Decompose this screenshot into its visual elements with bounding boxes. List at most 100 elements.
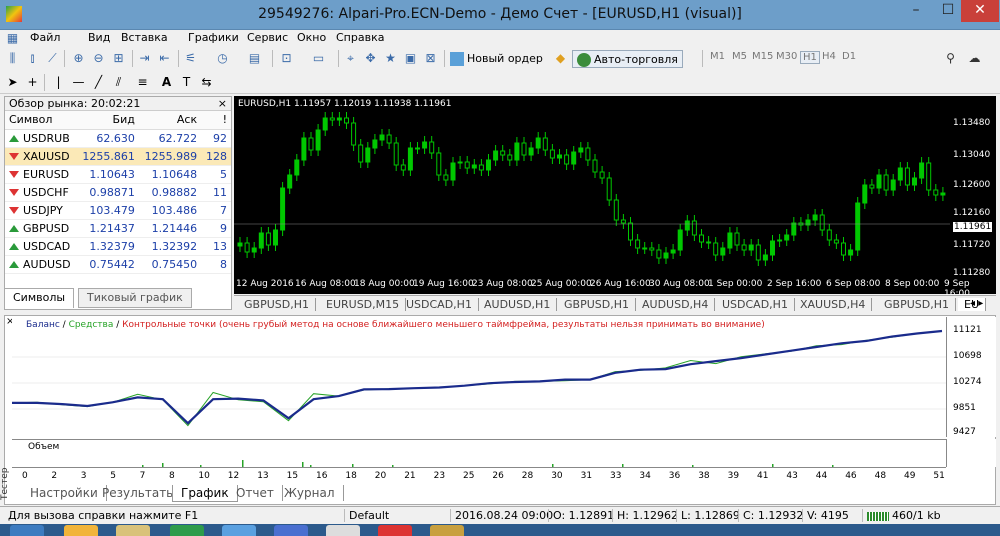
col-spread[interactable]: ! bbox=[201, 111, 231, 130]
explorer-icon[interactable] bbox=[116, 525, 150, 536]
row-symbol: AUDUSD bbox=[5, 255, 77, 274]
tf-m30[interactable]: M30 bbox=[776, 51, 797, 62]
autotrade-button[interactable]: Авто-торговля bbox=[572, 50, 683, 68]
chart-tab[interactable]: XAUUSD,H4 bbox=[794, 298, 873, 311]
col-ask[interactable]: Аск bbox=[138, 111, 202, 130]
vertical-line-icon[interactable]: | bbox=[50, 74, 67, 91]
candle-body bbox=[713, 242, 719, 256]
chart-tab[interactable]: GBPUSD,H1 bbox=[238, 298, 316, 311]
candle-body bbox=[691, 220, 697, 236]
menu-help[interactable]: Справка bbox=[336, 31, 384, 44]
profiles-icon[interactable]: ▭ bbox=[310, 50, 327, 67]
chart-tab[interactable]: AUDUSD,H1 bbox=[478, 298, 558, 311]
market-row[interactable]: USDJPY 103.479 103.486 7 bbox=[5, 201, 231, 220]
date-label: 6 Sep 08:00 bbox=[826, 279, 881, 289]
line-chart-icon[interactable]: ⟋ bbox=[44, 50, 61, 67]
tile-windows-icon[interactable]: ⊞ bbox=[110, 50, 127, 67]
crosshair-tool-icon[interactable]: + bbox=[24, 74, 41, 91]
add-chart-icon[interactable]: ⊡ bbox=[278, 50, 295, 67]
zoom-in-icon[interactable]: ⊕ bbox=[70, 50, 87, 67]
app-blue-icon[interactable] bbox=[222, 525, 256, 536]
app-word-icon[interactable] bbox=[274, 525, 308, 536]
app-menu-icon[interactable]: ▦ bbox=[4, 30, 21, 47]
new-order-button[interactable]: Новый ордер bbox=[450, 50, 543, 68]
tf-d1[interactable]: D1 bbox=[842, 51, 856, 62]
market-row[interactable]: EURUSD 1.10643 1.10648 5 bbox=[5, 165, 231, 184]
tf-m1[interactable]: M1 bbox=[710, 51, 725, 62]
chart-tab[interactable]: AUDUSD,H4 bbox=[636, 298, 716, 311]
templates-icon[interactable]: ▤ bbox=[246, 50, 263, 67]
indicators-icon[interactable]: ⚟ bbox=[182, 50, 199, 67]
candle-body bbox=[876, 174, 882, 189]
app-white-icon[interactable] bbox=[326, 525, 360, 536]
market-watch-close-icon[interactable]: × bbox=[218, 97, 227, 111]
chart-tab[interactable]: USDCAD,H1 bbox=[400, 298, 479, 311]
maximize-button[interactable]: ☐ bbox=[932, 0, 964, 22]
date-label: 23 Aug 08:00 bbox=[472, 279, 533, 289]
text-tool-icon[interactable]: A bbox=[158, 74, 175, 91]
app-green-icon[interactable] bbox=[170, 525, 204, 536]
channel-icon[interactable]: ⫽ bbox=[110, 74, 127, 91]
fibonacci-icon[interactable]: ≡ bbox=[134, 74, 151, 91]
favorites-icon[interactable]: ★ bbox=[382, 50, 399, 67]
chart-shift-icon[interactable]: ⇤ bbox=[156, 50, 173, 67]
tester-x-label: 18 bbox=[345, 471, 357, 481]
autoscroll-icon[interactable]: ⇥ bbox=[136, 50, 153, 67]
close-button[interactable]: ✕ bbox=[961, 0, 999, 22]
zoom-out-icon[interactable]: ⊖ bbox=[90, 50, 107, 67]
row-ask: 1255.989 bbox=[138, 147, 202, 166]
market-row[interactable]: GBPUSD 1.21437 1.21446 9 bbox=[5, 219, 231, 238]
menu-file[interactable]: Файл bbox=[30, 31, 60, 44]
arrows-icon[interactable]: ⇆ bbox=[198, 74, 215, 91]
horizontal-line-icon[interactable]: — bbox=[70, 74, 87, 91]
bar-chart-icon[interactable]: ⫼ bbox=[4, 50, 21, 67]
price-chart[interactable]: EURUSD,H1 1.11957 1.12019 1.11938 1.1196… bbox=[234, 96, 950, 276]
market-row[interactable]: USDCAD 1.32379 1.32392 13 bbox=[5, 237, 231, 256]
market-row[interactable]: USDRUB 62.630 62.722 92 bbox=[5, 129, 231, 148]
menu-charts[interactable]: Графики bbox=[188, 31, 239, 44]
tab-scroll-arrows[interactable]: ◂ ▸ bbox=[970, 298, 983, 309]
tab-report[interactable]: Отчет bbox=[228, 485, 283, 501]
chart-tab[interactable]: USDCAD,H1 bbox=[716, 298, 795, 311]
market-row[interactable]: XAUUSD 1255.861 1255.989 128 bbox=[5, 147, 231, 166]
navigator-icon[interactable]: ⌖ bbox=[342, 50, 359, 67]
search-icon[interactable]: ⚲ bbox=[942, 50, 959, 67]
tf-h4[interactable]: H4 bbox=[822, 51, 836, 62]
tf-m15[interactable]: M15 bbox=[752, 51, 773, 62]
menu-insert[interactable]: Вставка bbox=[121, 31, 168, 44]
tab-symbols[interactable]: Символы bbox=[4, 288, 75, 308]
chat-icon[interactable]: ☁ bbox=[966, 50, 983, 67]
candle-body bbox=[940, 192, 946, 196]
app-red-icon[interactable] bbox=[378, 525, 412, 536]
date-label: 19 Aug 16:00 bbox=[413, 279, 474, 289]
menu-window[interactable]: Окно bbox=[297, 31, 326, 44]
tf-h1[interactable]: H1 bbox=[800, 51, 820, 64]
period-clock-icon[interactable]: ◷ bbox=[214, 50, 231, 67]
toolbar-drawing: ➤ + | — ╱ ⫽ ≡ A T ⇆ bbox=[0, 71, 1000, 94]
terminal-icon[interactable]: ▣ bbox=[402, 50, 419, 67]
trendline-icon[interactable]: ╱ bbox=[90, 74, 107, 91]
row-symbol: EURUSD bbox=[5, 165, 77, 184]
candle-chart-icon[interactable]: ⫾ bbox=[24, 50, 41, 67]
market-row[interactable]: AUDUSD 0.75442 0.75450 8 bbox=[5, 255, 231, 274]
app-gold-icon[interactable] bbox=[430, 525, 464, 536]
metaeditor-icon[interactable]: ◆ bbox=[552, 50, 569, 67]
minimize-button[interactable]: – bbox=[900, 0, 932, 22]
cursor-icon[interactable]: ➤ bbox=[4, 74, 21, 91]
text-label-icon[interactable]: T bbox=[178, 74, 195, 91]
tab-journal[interactable]: Журнал bbox=[276, 485, 344, 501]
ie-icon[interactable] bbox=[64, 525, 98, 536]
chart-tab[interactable]: GBPUSD,H1 bbox=[878, 298, 956, 311]
chart-tab[interactable]: EURUSD,M15 bbox=[320, 298, 407, 311]
menu-view[interactable]: Вид bbox=[88, 31, 110, 44]
tester-icon[interactable]: ⊠ bbox=[422, 50, 439, 67]
chart-tab[interactable]: GBPUSD,H1 bbox=[558, 298, 636, 311]
col-symbol[interactable]: Символ bbox=[5, 111, 77, 130]
tab-tick-chart[interactable]: Тиковый график bbox=[78, 288, 192, 308]
market-row[interactable]: USDCHF 0.98871 0.98882 11 bbox=[5, 183, 231, 202]
crosshair-icon[interactable]: ✥ bbox=[362, 50, 379, 67]
start-icon[interactable] bbox=[10, 525, 44, 536]
tf-m5[interactable]: M5 bbox=[732, 51, 747, 62]
menu-service[interactable]: Сервис bbox=[247, 31, 288, 44]
col-bid[interactable]: Бид bbox=[76, 111, 139, 130]
